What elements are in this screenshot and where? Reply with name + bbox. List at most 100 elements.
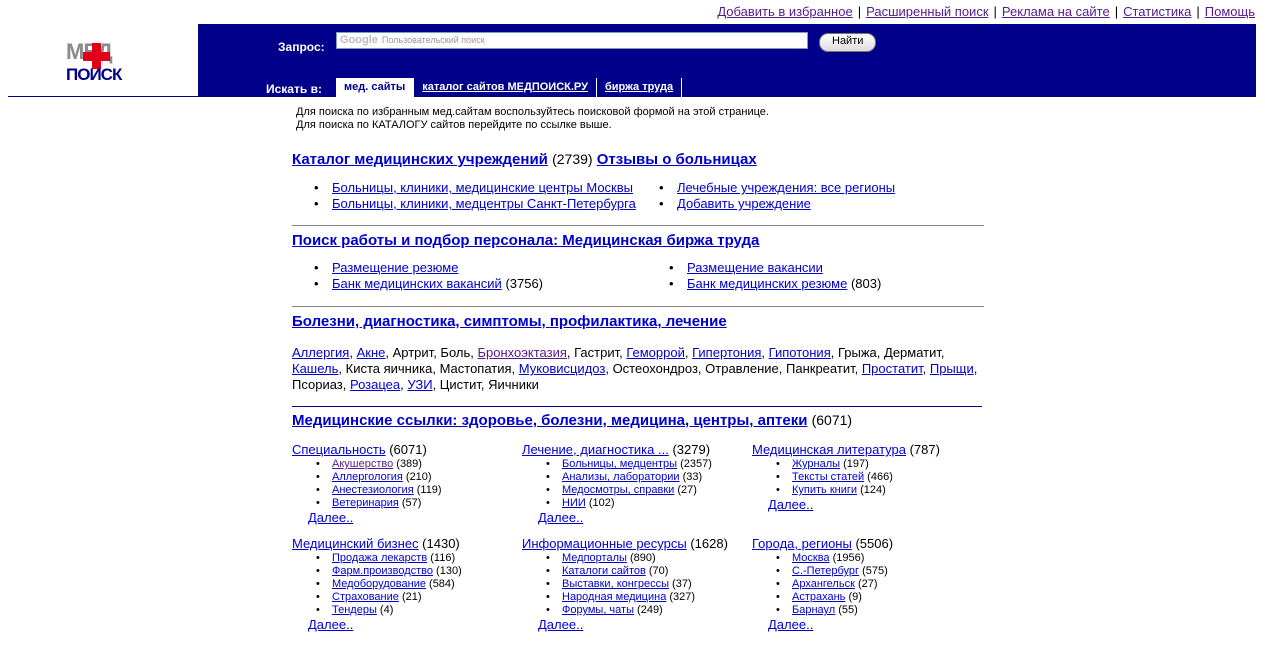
tab-catalog-link[interactable]: каталог сайтов МЕДПОИСК.РУ bbox=[422, 81, 588, 93]
subcategory-count: (37) bbox=[668, 578, 692, 590]
search-button[interactable]: Найти bbox=[819, 33, 877, 52]
help-link[interactable]: Помощь bbox=[1205, 4, 1255, 19]
subcategory-link[interactable]: Медпорталы bbox=[562, 552, 627, 564]
subcategory-link[interactable]: Народная медицина bbox=[562, 591, 666, 603]
tab-job-exchange[interactable]: биржа труда bbox=[597, 78, 683, 97]
subcategory-count: (55) bbox=[835, 604, 858, 616]
diseases-title-link[interactable]: Болезни, диагностика, симптомы, профилак… bbox=[292, 313, 727, 330]
disease-text: Яичники bbox=[488, 377, 539, 392]
subcategory-link[interactable]: Журналы bbox=[792, 458, 840, 470]
subcategory-count: (327) bbox=[666, 591, 696, 603]
category-link[interactable]: Информационные ресурсы bbox=[522, 536, 687, 551]
subcategory-link[interactable]: Продажа лекарств bbox=[332, 552, 427, 564]
subcategory-link[interactable]: Аллергология bbox=[332, 471, 403, 483]
intro-line: Для поиска по КАТАЛОГУ сайтов перейдите … bbox=[296, 119, 612, 131]
subcategory-link[interactable]: Форумы, чаты bbox=[562, 604, 634, 616]
subcategory-link[interactable]: Архангельск bbox=[792, 578, 855, 590]
subcategory-link[interactable]: Анализы, лаборатории bbox=[562, 471, 680, 483]
subcategory-link[interactable]: Тексты статей bbox=[792, 471, 864, 483]
subcategory-count: (9) bbox=[845, 591, 862, 603]
subcategory-count: (249) bbox=[633, 604, 663, 616]
list-item: Добавить учреждение bbox=[637, 196, 895, 212]
jobs-title-link[interactable]: Поиск работы и подбор персонала: Медицин… bbox=[292, 232, 759, 249]
more-link[interactable]: Далее.. bbox=[308, 617, 353, 632]
disease-link[interactable]: Аллергия bbox=[292, 345, 349, 360]
disease-link[interactable]: Прыщи bbox=[930, 361, 974, 376]
search-placeholder: Пользовательский поиск bbox=[381, 35, 485, 45]
disease-link[interactable]: Гипотония bbox=[769, 345, 831, 360]
disease-link[interactable]: УЗИ bbox=[407, 377, 432, 392]
subcategory-link[interactable]: НИИ bbox=[562, 497, 586, 509]
category-title: Информационные ресурсы (1628) bbox=[522, 536, 728, 552]
search-input[interactable]: Google Пользовательский поиск bbox=[336, 32, 808, 49]
subcategory-link[interactable]: Страхование bbox=[332, 591, 399, 603]
subcategory-link[interactable]: Купить книги bbox=[792, 484, 857, 496]
catalog-title-link[interactable]: Каталог медицинских учреждений bbox=[292, 151, 548, 168]
list-item: Медоборудование (584) bbox=[292, 578, 462, 591]
subcategory-link[interactable]: Медоборудование bbox=[332, 578, 426, 590]
subcategory-count: (70) bbox=[645, 565, 669, 577]
subcategory-link[interactable]: С.-Петербург bbox=[792, 565, 859, 577]
disease-link[interactable]: Бронхоэктазия bbox=[478, 345, 567, 360]
disease-text: Киста яичника bbox=[345, 361, 433, 376]
more-link[interactable]: Далее.. bbox=[768, 497, 813, 512]
add-institution-link[interactable]: Добавить учреждение bbox=[677, 196, 811, 211]
subcategory-link[interactable]: Тендеры bbox=[332, 604, 377, 616]
spb-clinics-link[interactable]: Больницы, клиники, медцентры Санкт-Петер… bbox=[332, 196, 636, 211]
hospital-reviews-link[interactable]: Отзывы о больницах bbox=[597, 151, 757, 168]
more-link[interactable]: Далее.. bbox=[768, 617, 813, 632]
subcategory-count: (197) bbox=[840, 458, 869, 470]
links-title-link[interactable]: Медицинские ссылки: здоровье, болезни, м… bbox=[292, 412, 807, 429]
statistics-link[interactable]: Статистика bbox=[1123, 4, 1191, 19]
tab-med-sites[interactable]: мед. сайты bbox=[336, 78, 415, 97]
post-vacancy-link[interactable]: Размещение вакансии bbox=[687, 260, 823, 275]
moscow-clinics-link[interactable]: Больницы, клиники, медицинские центры Мо… bbox=[332, 180, 633, 195]
subcategory-count: (890) bbox=[626, 552, 656, 564]
disease-link[interactable]: Простатит bbox=[862, 361, 923, 376]
disease-link[interactable]: Акне bbox=[357, 345, 386, 360]
medpoisk-logo[interactable]: МЕД ПОИСК bbox=[66, 38, 146, 82]
category-link[interactable]: Медицинская литература bbox=[752, 442, 906, 457]
disease-link[interactable]: Розацеа bbox=[350, 377, 400, 392]
list-item: Барнаул (55) bbox=[752, 604, 893, 617]
subcategory-count: (466) bbox=[864, 471, 893, 483]
list-item: Журналы (197) bbox=[752, 458, 940, 471]
subcategory-count: (102) bbox=[585, 497, 615, 509]
subcategory-link[interactable]: Анестезиология bbox=[332, 484, 414, 496]
disease-link[interactable]: Кашель bbox=[292, 361, 338, 376]
vacancies-bank-link[interactable]: Банк медицинских вакансий bbox=[332, 276, 502, 291]
subcategory-link[interactable]: Медосмотры, справки bbox=[562, 484, 674, 496]
tab-catalog[interactable]: каталог сайтов МЕДПОИСК.РУ bbox=[414, 78, 597, 97]
divider bbox=[292, 306, 984, 307]
more-link[interactable]: Далее.. bbox=[308, 510, 353, 525]
category-link[interactable]: Города, регионы bbox=[752, 536, 852, 551]
resumes-bank-link[interactable]: Банк медицинских резюме bbox=[687, 276, 847, 291]
post-resume-link[interactable]: Размещение резюме bbox=[332, 260, 458, 275]
subcategory-link[interactable]: Астрахань bbox=[792, 591, 845, 603]
advanced-search-link[interactable]: Расширенный поиск bbox=[866, 4, 988, 19]
disease-link[interactable]: Гипертония bbox=[692, 345, 761, 360]
subcategory-link[interactable]: Акушерство bbox=[332, 458, 393, 470]
subcategory-link[interactable]: Фарм.производство bbox=[332, 565, 433, 577]
add-to-favorites-link[interactable]: Добавить в избранное bbox=[717, 4, 852, 19]
category-link[interactable]: Медицинский бизнес bbox=[292, 536, 419, 551]
intro-line: Для поиска по избранным мед.сайтам воспо… bbox=[296, 106, 769, 118]
subcategory-count: (33) bbox=[679, 471, 703, 483]
subcategory-link[interactable]: Больницы, медцентры bbox=[562, 458, 677, 470]
disease-link[interactable]: Геморрой bbox=[626, 345, 685, 360]
tab-job-exchange-link[interactable]: биржа труда bbox=[605, 81, 673, 93]
intro-text: Для поиска по избранным мед.сайтам воспо… bbox=[296, 106, 769, 132]
category-link[interactable]: Лечение, диагностика ... bbox=[522, 442, 669, 457]
disease-link[interactable]: Муковисцидоз bbox=[519, 361, 606, 376]
advertising-link[interactable]: Реклама на сайте bbox=[1002, 4, 1110, 19]
subcategory-link[interactable]: Выставки, конгрессы bbox=[562, 578, 669, 590]
subcategory-link[interactable]: Москва bbox=[792, 552, 830, 564]
more-link[interactable]: Далее.. bbox=[538, 617, 583, 632]
all-regions-link[interactable]: Лечебные учреждения: все регионы bbox=[677, 180, 895, 195]
subcategory-count: (1956) bbox=[829, 552, 865, 564]
subcategory-link[interactable]: Каталоги сайтов bbox=[562, 565, 646, 577]
category-link[interactable]: Специальность bbox=[292, 442, 386, 457]
subcategory-link[interactable]: Ветеринария bbox=[332, 497, 399, 509]
subcategory-link[interactable]: Барнаул bbox=[792, 604, 835, 616]
more-link[interactable]: Далее.. bbox=[538, 510, 583, 525]
